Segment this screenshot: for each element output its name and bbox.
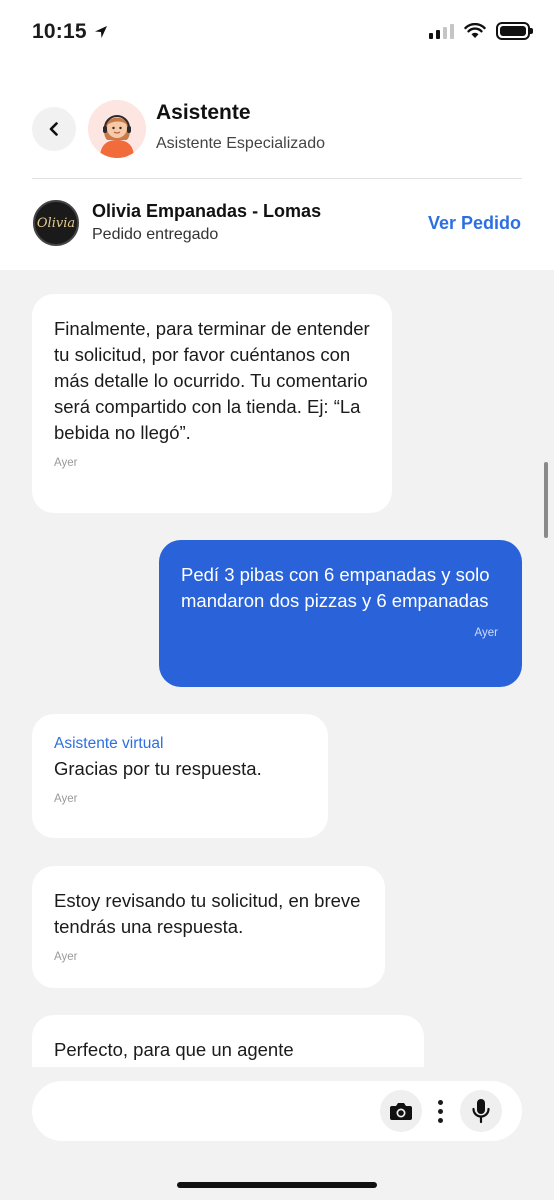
camera-icon bbox=[390, 1103, 412, 1120]
back-button[interactable] bbox=[32, 107, 76, 151]
wifi-icon bbox=[464, 23, 486, 38]
assistant-name: Asistente bbox=[156, 101, 251, 124]
assistant-role: Asistente Especializado bbox=[156, 135, 325, 152]
message-bubble-incoming: Asistente virtual Gracias por tu respues… bbox=[32, 714, 328, 838]
message-time: Ayer bbox=[474, 627, 498, 639]
assistant-avatar bbox=[88, 100, 146, 158]
message-bubble-incoming: Estoy revisando tu solicitud, en breve t… bbox=[32, 866, 385, 988]
status-time: 10:15 bbox=[32, 20, 109, 44]
status-bar: 10:15 bbox=[0, 0, 554, 64]
message-text: Perfecto, para que un agente especializa… bbox=[54, 1039, 297, 1067]
message-text: Estoy revisando tu solicitud, en breve t… bbox=[54, 890, 361, 937]
message-text: Gracias por tu respuesta. bbox=[54, 758, 262, 779]
header-divider bbox=[32, 178, 522, 179]
message-bubble-incoming: Perfecto, para que un agente especializa… bbox=[32, 1015, 424, 1067]
clock-text: 10:15 bbox=[32, 20, 87, 43]
message-text: Finalmente, para terminar de entender tu… bbox=[54, 318, 370, 443]
message-sender: Asistente virtual bbox=[54, 735, 164, 752]
microphone-button[interactable] bbox=[460, 1090, 502, 1132]
chat-messages[interactable]: Finalmente, para terminar de entender tu… bbox=[0, 270, 554, 1067]
message-text: Pedí 3 pibas con 6 empanadas y solo mand… bbox=[181, 564, 490, 611]
chat-header: Asistente Asistente Especializado Olivia… bbox=[0, 64, 554, 270]
battery-icon bbox=[496, 22, 533, 40]
camera-button[interactable] bbox=[380, 1090, 422, 1132]
message-bubble-incoming: Finalmente, para terminar de entender tu… bbox=[32, 294, 392, 513]
store-logo: Olivia bbox=[33, 200, 79, 246]
view-order-link[interactable]: Ver Pedido bbox=[428, 213, 521, 234]
message-time: Ayer bbox=[54, 951, 78, 963]
chat-scrollbar[interactable] bbox=[544, 462, 548, 538]
message-time: Ayer bbox=[54, 793, 78, 805]
more-options-button[interactable] bbox=[430, 1090, 450, 1132]
message-bubble-outgoing: Pedí 3 pibas con 6 empanadas y solo mand… bbox=[159, 540, 522, 687]
status-icons bbox=[429, 22, 533, 40]
store-name: Olivia Empanadas - Lomas bbox=[92, 201, 322, 221]
location-arrow-icon bbox=[94, 26, 107, 38]
store-logo-text: Olivia bbox=[36, 215, 76, 231]
microphone-icon bbox=[472, 1099, 490, 1124]
message-time: Ayer bbox=[54, 457, 78, 469]
message-input[interactable] bbox=[54, 1093, 374, 1129]
more-vertical-icon bbox=[437, 1099, 443, 1105]
message-composer bbox=[32, 1081, 522, 1141]
back-chevron-icon bbox=[49, 122, 58, 136]
order-status: Pedido entregado bbox=[92, 226, 219, 243]
signal-icon bbox=[429, 23, 454, 39]
home-indicator[interactable] bbox=[177, 1182, 377, 1188]
